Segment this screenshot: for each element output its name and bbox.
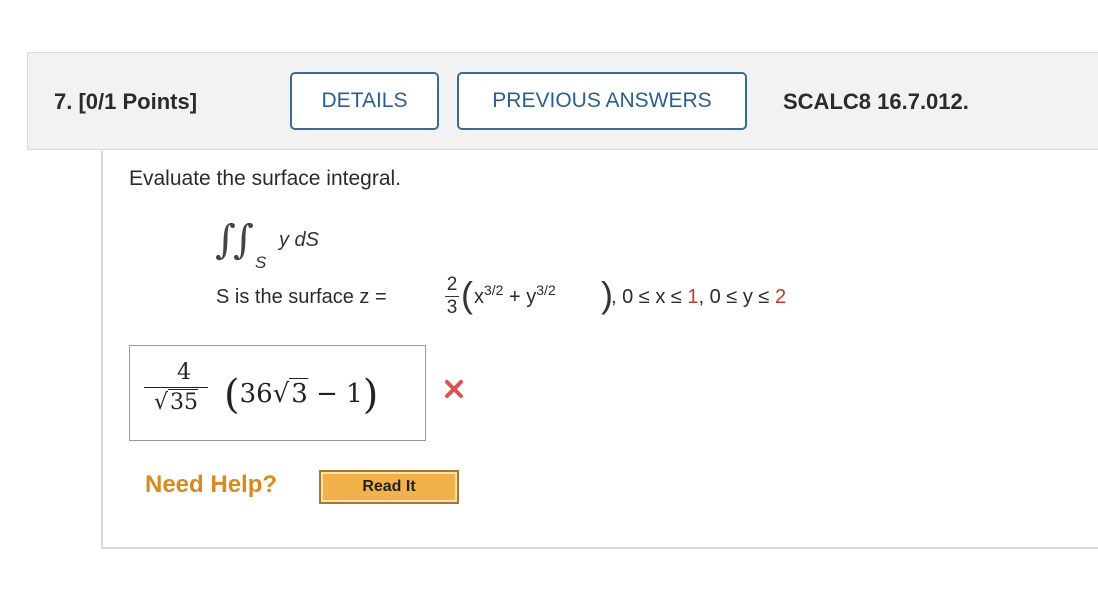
integral-sign-icon: ∫	[233, 217, 254, 263]
question-header: 7. [0/1 Points] DETAILS PREVIOUS ANSWERS…	[27, 52, 1098, 150]
y-condition: , 0 ≤ y ≤	[698, 286, 775, 308]
x-variable: x	[474, 286, 484, 308]
plus-sign: +	[503, 286, 527, 308]
sqrt-icon: √	[153, 390, 169, 415]
fraction-two-thirds: 2 3	[445, 275, 459, 318]
x-upper-bound: 1	[687, 286, 699, 308]
fraction-numerator: 2	[446, 274, 458, 295]
x-exponent: 3/2	[484, 282, 504, 298]
answer-denominator: √35	[144, 389, 208, 416]
read-it-button[interactable]: Read It	[319, 470, 459, 504]
need-help-label: Need Help?	[145, 471, 278, 498]
answer-fraction-bar	[144, 387, 208, 388]
answer-coefficient: 36	[239, 379, 273, 409]
surface-label: S is the surface z =	[216, 286, 387, 308]
integrand: y dS	[279, 229, 320, 251]
y-upper-bound: 2	[774, 286, 787, 308]
answer-numerator: 4	[177, 360, 191, 385]
answer-fraction: 4 √35	[144, 360, 208, 416]
left-paren: (	[461, 274, 473, 315]
surface-integral: ∫ ∫ S y dS	[215, 217, 355, 281]
answer-open-paren: (	[224, 372, 240, 418]
surface-definition: S is the surface z = 2 3 ( x3/2 + y3/2 )…	[216, 275, 976, 325]
answer-denominator-radicand: 35	[168, 389, 199, 415]
answer-expression: (36√3 − 1)	[224, 366, 378, 418]
y-exponent: 3/2	[536, 282, 556, 298]
domain-conditions: , 0 ≤ x ≤ 1, 0 ≤ y ≤ 2	[611, 286, 786, 309]
question-body: Evaluate the surface integral. ∫ ∫ S y d…	[101, 151, 1098, 549]
problem-reference: SCALC8 16.7.012.	[783, 89, 969, 114]
y-variable: y	[526, 286, 537, 308]
answer-minus-one: − 1	[307, 379, 363, 409]
sqrt-icon: √	[272, 379, 290, 409]
x-power-term: x3/2 + y3/2	[474, 282, 556, 309]
integral-subscript: S	[255, 253, 267, 272]
problem-prompt: Evaluate the surface integral.	[129, 167, 401, 190]
x-condition: , 0 ≤ x ≤	[611, 286, 688, 308]
answer-close-paren: )	[362, 372, 379, 418]
fraction-denominator: 3	[446, 297, 458, 318]
details-button[interactable]: DETAILS	[290, 72, 439, 130]
answer-radicand: 3	[289, 378, 308, 409]
previous-answers-button[interactable]: PREVIOUS ANSWERS	[457, 72, 747, 130]
answer-input[interactable]: 4 √35 (36√3 − 1)	[129, 345, 426, 441]
incorrect-x-icon	[445, 380, 463, 398]
question-number-points: 7. [0/1 Points]	[54, 89, 198, 114]
